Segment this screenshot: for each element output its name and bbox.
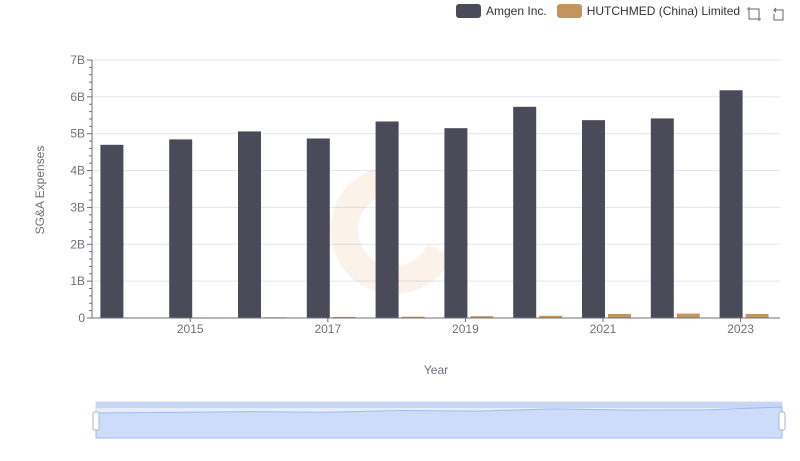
legend-swatch-hutchmed [556,4,582,18]
y-tick-label: 7B [70,53,85,67]
y-tick-label: 6B [70,90,85,104]
zoom-icon[interactable] [746,6,762,22]
bar-hutchmed[interactable] [676,313,700,318]
bar-amgen[interactable] [169,139,193,318]
legend: Amgen Inc. HUTCHMED (China) Limited [456,4,750,18]
x-tick-label: 2017 [314,322,341,336]
sga-bar-chart: 0 1B 2B 3B 4B 5B 6B 7B 2015 2017 2019 2021 2023 SG&A… [33,53,786,439]
restore-icon[interactable] [772,6,788,22]
x-tick-label: 2021 [590,322,617,336]
y-tick-label: 5B [70,127,85,141]
bar-hutchmed[interactable] [745,313,769,318]
bar-amgen[interactable] [582,120,605,319]
bar-hutchmed[interactable] [608,313,631,318]
x-tick-label: 2019 [452,322,479,336]
bar-amgen[interactable] [719,90,743,319]
legend-label-amgen: Amgen Inc. [486,4,547,18]
bars-group [100,90,769,319]
x-axis-label: Year [424,363,448,377]
data-zoom-slider[interactable] [92,401,786,439]
y-axis-label: SG&A Expenses [33,146,47,235]
legend-label-hutchmed: HUTCHMED (China) Limited [586,4,741,18]
y-tick-label: 3B [70,200,85,214]
legend-swatch-amgen [456,4,481,18]
legend-item-hutchmed[interactable]: HUTCHMED (China) Limited [556,4,741,18]
bar-amgen[interactable] [100,144,124,318]
bar-amgen[interactable] [513,106,537,319]
grid-lines [92,59,780,282]
bar-amgen[interactable] [238,131,261,318]
y-tick-label: 0 [78,311,85,325]
data-zoom-left-handle[interactable] [92,411,100,431]
x-tick-label: 2015 [177,322,204,336]
legend-item-amgen[interactable]: Amgen Inc. [456,4,547,18]
bar-amgen[interactable] [444,128,468,318]
y-tick-label: 1B [70,274,85,288]
data-zoom-right-handle[interactable] [778,411,786,431]
y-tick-label: 4B [70,164,85,178]
data-zoom-top-bar[interactable] [96,402,782,408]
bar-amgen[interactable] [650,118,674,318]
x-tick-label: 2023 [727,322,754,336]
data-zoom-preview-area [95,406,783,439]
toolbox [746,6,788,22]
bar-amgen[interactable] [375,121,399,318]
y-tick-label: 2B [70,237,85,251]
bar-amgen[interactable] [306,138,330,318]
